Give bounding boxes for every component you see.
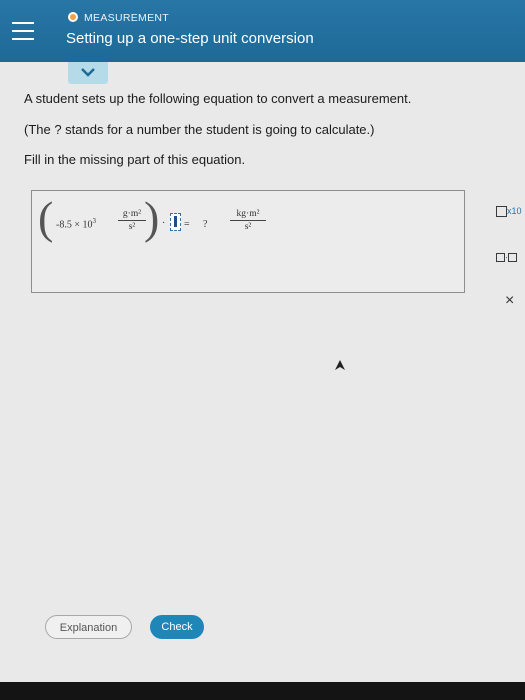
answer-input-area[interactable]: ( -8.5 × 103 g·m² s² ) · = ? kg·m² s² [31, 190, 465, 293]
header-bar: MEASUREMENT Setting up a one-step unit c… [0, 0, 525, 62]
right-unit-numerator: kg·m² [236, 209, 260, 219]
explanation-button[interactable]: Explanation [45, 615, 132, 639]
chevron-down-icon [81, 68, 95, 77]
left-paren: ( [38, 192, 54, 243]
unknown-value: ? [203, 219, 208, 230]
left-unit-denominator: s² [128, 222, 136, 232]
collapse-toggle-button[interactable] [68, 62, 108, 84]
mouse-cursor-icon [335, 360, 345, 370]
placeholder-square-icon [508, 253, 517, 263]
multiply-dot: · [162, 218, 166, 229]
equals-sign: = [184, 219, 190, 230]
left-unit-fraction: g·m² s² [118, 209, 146, 232]
section-label: MEASUREMENT [84, 12, 169, 24]
left-unit-numerator: g·m² [122, 209, 142, 219]
clear-button[interactable]: × [505, 292, 525, 312]
status-dot-icon [68, 12, 78, 22]
screen-bezel [0, 682, 525, 700]
times-ten-button[interactable]: x10 [496, 206, 522, 226]
question-note: (The ? stands for a number the student i… [24, 122, 375, 137]
question-instruction: Fill in the missing part of this equatio… [24, 152, 246, 167]
times-ten-label: x10 [507, 206, 522, 216]
math-toolbar: x10 · × [488, 192, 525, 309]
placeholder-square-icon [496, 253, 505, 263]
right-paren: ) [144, 192, 160, 243]
right-unit-denominator: s² [244, 222, 252, 232]
conversion-equation: ( -8.5 × 103 g·m² s² ) · = ? kg·m² s² [38, 195, 288, 253]
right-unit-fraction: kg·m² s² [230, 209, 266, 232]
missing-factor-input[interactable] [170, 213, 181, 231]
placeholder-square-icon [496, 206, 507, 218]
coefficient-exponent: 3 [92, 217, 96, 225]
check-button[interactable]: Check [150, 615, 204, 639]
page-title: Setting up a one-step unit conversion [66, 30, 314, 47]
hamburger-menu-icon[interactable] [12, 22, 34, 42]
coefficient-value: -8.5 × 10 [56, 219, 93, 231]
multiply-dot-button[interactable]: · [496, 252, 522, 272]
question-text: A student sets up the following equation… [24, 91, 412, 106]
coefficient: -8.5 × 103 [56, 217, 96, 230]
